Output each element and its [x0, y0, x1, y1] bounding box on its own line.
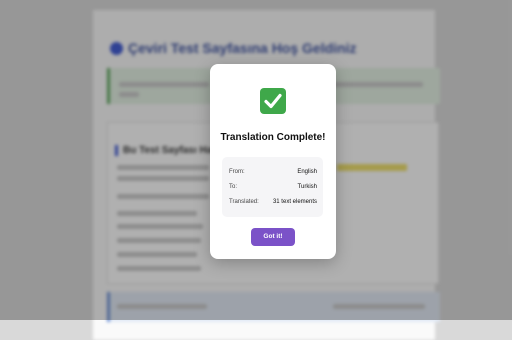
- dialog-title: Translation Complete!: [220, 132, 326, 143]
- from-label: From:: [229, 169, 245, 175]
- detail-row-from: From: English: [229, 169, 317, 178]
- translated-value: 31 text elements: [272, 199, 317, 205]
- to-value: Turkish: [297, 184, 317, 190]
- check-mark-icon: [260, 88, 286, 114]
- translation-details: From: English To: Turkish Translated: 31…: [222, 157, 323, 217]
- detail-row-translated: Translated: 31 text elements: [229, 199, 317, 208]
- translated-label: Translated:: [229, 199, 259, 205]
- translation-complete-dialog: Translation Complete! From: English To: …: [210, 64, 336, 259]
- got-it-button[interactable]: Got it!: [251, 228, 295, 246]
- from-value: English: [297, 169, 317, 175]
- to-label: To:: [229, 184, 238, 190]
- detail-row-to: To: Turkish: [229, 184, 317, 193]
